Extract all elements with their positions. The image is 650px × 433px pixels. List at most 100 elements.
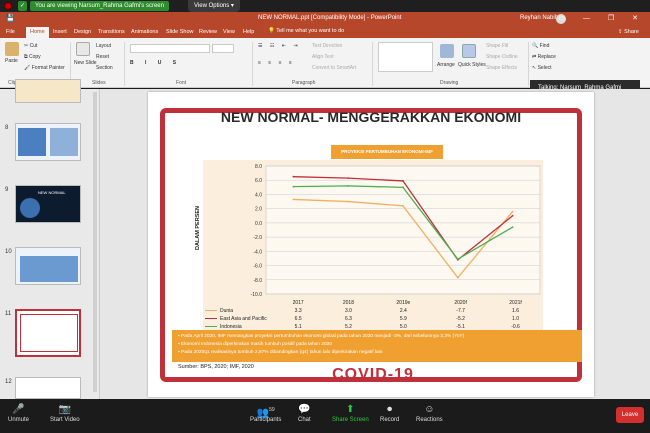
window-controls[interactable]: ▭ — ❐ ✕ [558, 14, 646, 22]
save-icon[interactable]: 💾 [6, 14, 15, 22]
quick-styles-button[interactable]: Quick Styles [458, 62, 486, 68]
ribbon-tabs: File Home Insert Design Transitions Anim… [0, 26, 650, 38]
x-tick-label: 2021f [509, 300, 522, 306]
tab-slide-show[interactable]: Slide Show [166, 28, 194, 36]
cut-label: Cut [29, 43, 38, 49]
divider [372, 42, 373, 86]
chat-label: Chat [298, 417, 311, 423]
shield-icon: ✓ [18, 1, 27, 11]
data-label: 1.6 [512, 308, 519, 314]
paste-button[interactable]: Paste [5, 58, 18, 64]
slide-thumbnail-9[interactable]: NEW NORMAL [15, 185, 81, 223]
view-options-button[interactable]: View Options ▾ [188, 0, 240, 12]
reactions-button[interactable]: ☺ Reactions [416, 403, 443, 423]
record-button[interactable]: ⏺ Record [380, 403, 399, 423]
convert-smartart-button[interactable]: Convert to SmartArt [312, 65, 356, 71]
chat-button[interactable]: 💬 Chat [298, 403, 311, 423]
thumb-title: NEW NORMAL [38, 190, 66, 195]
title-bar: 💾 NEW NORMAL.ppt [Compatibility Mode] - … [0, 12, 650, 26]
data-point [347, 185, 350, 187]
align-buttons[interactable]: ≡ ≡ ≡ ≡ [258, 60, 295, 66]
list-buttons[interactable]: ☰ ☷ ⇤ ⇥ [258, 43, 301, 49]
bullet-item: ▪ Pada 2020q1 realisasinya tumbuh 2,97% … [178, 350, 383, 355]
thumbnail-scrollbar[interactable] [93, 92, 97, 392]
shapes-gallery[interactable] [378, 42, 433, 72]
tab-design[interactable]: Design [74, 28, 91, 36]
slide-thumbnail-pane: 8 9 NEW NORMAL 10 11 12 [0, 79, 100, 399]
shape-outline-button[interactable]: Shape Outline [486, 54, 518, 60]
arrange-button[interactable]: Arrange [437, 62, 455, 68]
slide-thumbnail-7[interactable] [15, 79, 81, 103]
format-painter-button[interactable]: 🖌 Format Painter [24, 65, 65, 71]
font-format-buttons[interactable]: B I U S [130, 60, 181, 66]
bullet-item: ▪ Ekonomi Indonesia diperkirakan masih t… [178, 342, 332, 347]
tab-insert[interactable]: Insert [53, 28, 67, 36]
select-button[interactable]: ↖ Select [532, 65, 552, 71]
shape-fill-button[interactable]: Shape Fill [486, 43, 508, 49]
share-banner: ✓ You are viewing Narsum_Rahma Gafmi's s… [0, 0, 650, 12]
data-point [511, 226, 514, 229]
data-point [511, 210, 514, 213]
new-slide-button[interactable]: New Slide [74, 60, 97, 66]
text-direction-button[interactable]: Text Direction [312, 43, 342, 49]
table-header-row: 2017 2018 2019e 2020f 2021f [203, 299, 543, 307]
select-label: Select [537, 65, 552, 71]
tab-file[interactable]: File [6, 28, 15, 36]
thumb-chart [50, 128, 78, 156]
tab-view[interactable]: View [223, 28, 235, 36]
record-icon: ⏺ [387, 404, 393, 415]
y-tick-label: -10.0 [251, 292, 263, 298]
font-size-select[interactable] [212, 44, 234, 53]
find-button[interactable]: 🔍 Find [532, 43, 549, 49]
data-point [456, 258, 459, 261]
slide-number: 10 [5, 249, 12, 255]
slide-thumbnail-10[interactable] [15, 247, 81, 285]
paste-icon[interactable] [5, 42, 19, 56]
unmute-button[interactable]: 🎤 Unmute [8, 403, 29, 423]
reset-button[interactable]: Reset [96, 54, 109, 60]
tab-review[interactable]: Review [199, 28, 217, 36]
leave-button[interactable]: Leave [616, 407, 644, 423]
participant-count: 59 [269, 407, 275, 413]
copy-icon: ⧉ [24, 54, 28, 60]
share-screen-icon: ⬆ [346, 404, 355, 415]
shape-effects-button[interactable]: Shape Effects [486, 65, 517, 71]
tab-home[interactable]: Home [26, 27, 49, 38]
data-label: 5.9 [399, 316, 407, 322]
data-label: 3.3 [294, 308, 302, 314]
section-button[interactable]: Section [96, 65, 113, 71]
slide-thumbnail-8[interactable] [15, 123, 81, 161]
arrange-icon[interactable] [440, 44, 454, 58]
record-indicator-icon [4, 2, 12, 10]
data-point [402, 204, 404, 207]
data-label: -7.7 [456, 308, 465, 314]
copy-button[interactable]: ⧉ Copy [24, 54, 41, 60]
align-text-button[interactable]: Align Text [312, 54, 334, 60]
font-name-select[interactable] [130, 44, 210, 53]
slide-number: 9 [5, 187, 9, 193]
data-point [292, 185, 295, 188]
new-slide-icon[interactable] [76, 42, 90, 56]
start-video-button[interactable]: 📷 Start Video [50, 403, 80, 423]
scissors-icon: ✂ [24, 43, 29, 49]
replace-button[interactable]: ⇄ Replace [532, 54, 556, 60]
tell-me-search[interactable]: 💡 Tell me what you want to do [268, 28, 344, 34]
tab-help[interactable]: Help [243, 28, 254, 36]
reactions-icon: ☺ [424, 404, 435, 415]
share-label: Share [624, 29, 639, 35]
group-font: Font [176, 80, 187, 86]
share-screen-button[interactable]: ⬆ Share Screen [332, 403, 369, 423]
tab-animations[interactable]: Animations [131, 28, 158, 36]
y-tick-label: 8.0 [255, 164, 262, 170]
share-button[interactable]: ⇪ Share [618, 28, 639, 36]
tab-transitions[interactable]: Transitions [98, 28, 125, 36]
cut-button[interactable]: ✂ Cut [24, 43, 37, 49]
participants-button[interactable]: 👥59 Participants [250, 403, 281, 423]
layout-button[interactable]: Layout [96, 43, 111, 49]
microphone-muted-icon: 🎤 [12, 404, 25, 415]
copy-label: Copy [28, 54, 41, 60]
slide-thumbnail-12[interactable] [15, 377, 81, 399]
slide-thumbnail-11[interactable] [15, 309, 81, 357]
y-tick-label: 6.0 [255, 178, 262, 184]
quick-styles-icon[interactable] [462, 44, 476, 58]
